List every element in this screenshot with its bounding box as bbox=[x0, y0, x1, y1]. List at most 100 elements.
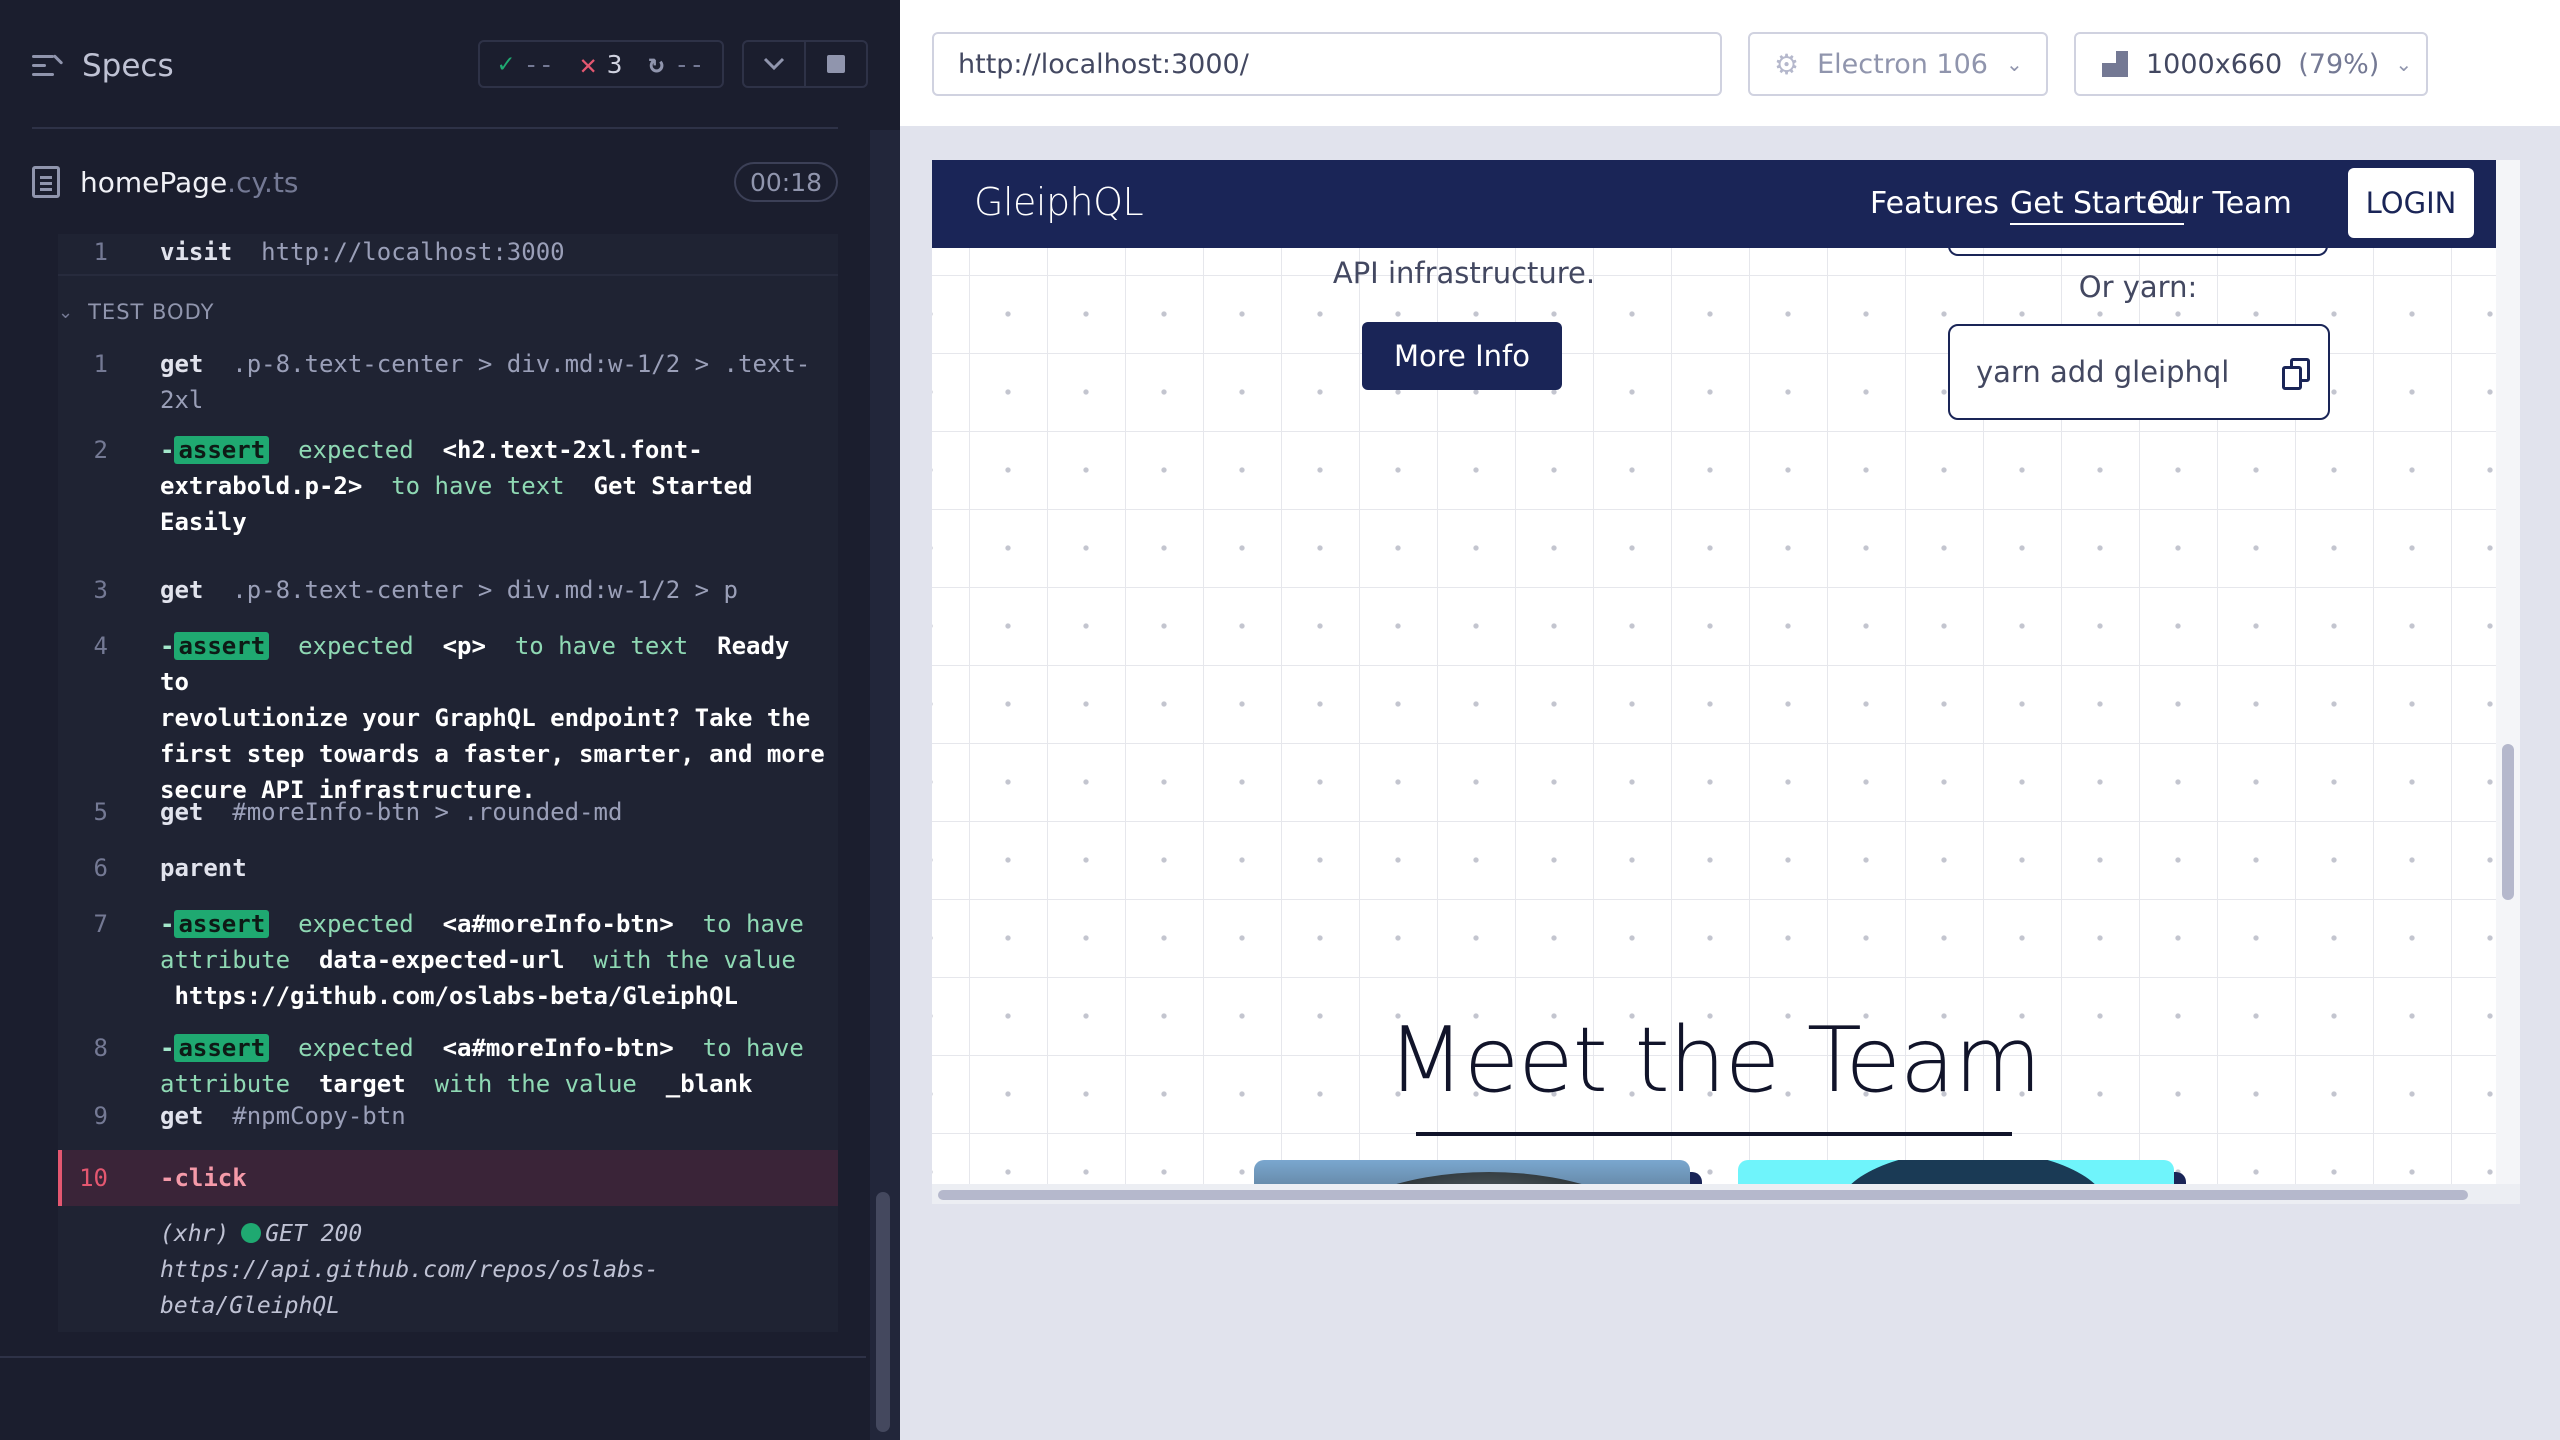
pending-count: -- bbox=[674, 49, 705, 79]
assert-text: expected bbox=[298, 632, 414, 660]
spec-duration-badge: 00:18 bbox=[733, 162, 838, 202]
assert-text: to have text bbox=[514, 632, 689, 660]
copy-icon[interactable] bbox=[2282, 358, 2310, 390]
runner-header: Specs ✓ -- ✕ 3 ↻ -- bbox=[0, 0, 900, 130]
cypress-runner-panel: Specs ✓ -- ✕ 3 ↻ -- homePage .cy.ts 00:1… bbox=[0, 0, 900, 1440]
assert-text: attribute bbox=[160, 946, 291, 974]
failed-count: 3 bbox=[606, 49, 623, 79]
status-dot-icon bbox=[241, 1223, 262, 1243]
command-name: get bbox=[160, 350, 204, 378]
heading-underline bbox=[1416, 1132, 2012, 1136]
app-page: API infrastructure. More Info Or yarn: y… bbox=[932, 160, 2496, 1204]
active-command-row[interactable]: 10 -click bbox=[58, 1150, 838, 1206]
specs-list-icon bbox=[32, 52, 64, 80]
command-number: 5 bbox=[93, 798, 108, 826]
command-number: 7 bbox=[93, 910, 108, 938]
chevron-down-icon: ⌄ bbox=[2395, 52, 2413, 76]
preview-toolbar: http://localhost:3000/ ⚙ Electron 106 ⌄ … bbox=[900, 0, 2560, 128]
collapse-all-button[interactable] bbox=[744, 42, 806, 86]
spec-file-row[interactable]: homePage .cy.ts 00:18 bbox=[32, 158, 838, 206]
document-icon bbox=[32, 166, 60, 198]
assert-attr: target bbox=[318, 1070, 406, 1098]
runner-controls bbox=[742, 40, 868, 88]
app-horizontal-scrollbar-thumb[interactable] bbox=[938, 1190, 2468, 1200]
divider bbox=[32, 127, 838, 129]
electron-icon: ⚙ bbox=[1774, 47, 1800, 81]
passed-count: -- bbox=[523, 49, 554, 79]
assert-text: with the value bbox=[434, 1070, 637, 1098]
test-body-section-toggle[interactable]: ⌄ TEST BODY bbox=[58, 294, 214, 330]
yarn-command: yarn add gleiphql bbox=[1976, 355, 2230, 389]
assert-badge: assert bbox=[174, 1034, 270, 1062]
app-vertical-scrollbar-thumb[interactable] bbox=[2502, 744, 2514, 900]
stop-button[interactable] bbox=[806, 42, 866, 86]
ruler-icon bbox=[2100, 49, 2130, 79]
command-arg: #moreInfo-btn > .rounded-md bbox=[232, 798, 623, 826]
command-number: 9 bbox=[93, 1102, 108, 1130]
command-number: 4 bbox=[93, 632, 108, 660]
command-name: get bbox=[160, 798, 204, 826]
command-arg: http://localhost:3000 bbox=[261, 238, 565, 266]
command-number: 10 bbox=[79, 1164, 108, 1192]
xhr-log-entry[interactable]: (xhr) GET 200 https://api.github.com/repo… bbox=[160, 1216, 820, 1324]
chevron-down-icon: ⌄ bbox=[58, 301, 75, 323]
command-arg-cont: 2xl bbox=[160, 386, 204, 414]
xhr-url-cont: beta/GleiphQL bbox=[160, 1293, 341, 1319]
command-number: 1 bbox=[93, 350, 108, 378]
xhr-tag: (xhr) bbox=[160, 1221, 230, 1247]
viewport-scale: (79%) bbox=[2298, 48, 2380, 80]
app-scrollbar-track bbox=[2496, 160, 2520, 1184]
assert-text: expected bbox=[298, 910, 414, 938]
xhr-url: https://api.github.com/repos/oslabs- bbox=[160, 1257, 659, 1283]
hero-text-end: API infrastructure. bbox=[1332, 256, 1596, 290]
app-logo[interactable]: GleiphQL bbox=[974, 180, 1144, 224]
assert-badge: assert bbox=[174, 910, 270, 938]
team-heading: Meet the Team bbox=[1387, 1008, 2041, 1113]
login-button[interactable]: LOGIN bbox=[2348, 168, 2474, 238]
pending-circle-icon: ↻ bbox=[648, 49, 665, 79]
viewport-selector[interactable]: 1000x660 (79%) ⌄ bbox=[2074, 32, 2428, 96]
assert-value: Easily bbox=[160, 508, 247, 536]
command-arg: .p-8.text-center > div.md:w-1/2 > p bbox=[232, 576, 738, 604]
command-name: parent bbox=[160, 854, 247, 882]
url-text: http://localhost:3000/ bbox=[958, 48, 1249, 80]
assert-badge: assert bbox=[174, 436, 270, 464]
assert-subject: extrabold.p-2> bbox=[160, 472, 363, 500]
app-navbar: GleiphQL Features Get Started Our Team L… bbox=[932, 160, 2496, 248]
assert-attr: data-expected-url bbox=[318, 946, 565, 974]
stop-icon bbox=[827, 55, 845, 73]
nav-our-team-link[interactable]: Our Team bbox=[2148, 186, 2292, 221]
command-name: get bbox=[160, 576, 204, 604]
test-stats: ✓ -- ✕ 3 ↻ -- bbox=[478, 40, 724, 88]
specs-toggle[interactable]: Specs bbox=[32, 44, 174, 88]
spec-name: homePage bbox=[80, 165, 228, 199]
command-name: click bbox=[174, 1164, 247, 1192]
assert-text: attribute bbox=[160, 1070, 291, 1098]
app-iframe: API infrastructure. More Info Or yarn: y… bbox=[932, 160, 2520, 1204]
assert-badge: assert bbox=[174, 632, 270, 660]
assert-text: to have text bbox=[391, 472, 565, 500]
failed-stat: ✕ 3 bbox=[580, 48, 623, 81]
assert-text: with the value bbox=[593, 946, 796, 974]
passed-stat: ✓ -- bbox=[498, 49, 554, 79]
command-number: 8 bbox=[93, 1034, 108, 1062]
viewport-size: 1000x660 bbox=[2146, 48, 2283, 80]
assert-value: revolutionize your GraphQL endpoint? Tak… bbox=[160, 704, 811, 732]
chevron-down-icon: ⌄ bbox=[2005, 52, 2023, 76]
divider bbox=[58, 274, 838, 276]
runner-scrollbar-thumb[interactable] bbox=[876, 1192, 890, 1432]
yarn-install-box: yarn add gleiphql bbox=[1948, 324, 2330, 420]
pending-stat: ↻ -- bbox=[649, 49, 705, 79]
assert-text: to have bbox=[702, 1034, 804, 1062]
nav-features-link[interactable]: Features bbox=[1870, 186, 1999, 221]
specs-label: Specs bbox=[82, 48, 174, 84]
spec-extension: .cy.ts bbox=[227, 165, 299, 199]
command-arg: #npmCopy-btn bbox=[232, 1102, 406, 1130]
url-bar[interactable]: http://localhost:3000/ bbox=[932, 32, 1722, 96]
more-info-button[interactable]: More Info bbox=[1362, 322, 1562, 390]
section-label: TEST BODY bbox=[88, 300, 215, 324]
assert-text: expected bbox=[298, 1034, 414, 1062]
assert-subject: <h2.text-2xl.font- bbox=[442, 436, 703, 464]
browser-selector[interactable]: ⚙ Electron 106 ⌄ bbox=[1748, 32, 2048, 96]
assert-text: expected bbox=[298, 436, 414, 464]
